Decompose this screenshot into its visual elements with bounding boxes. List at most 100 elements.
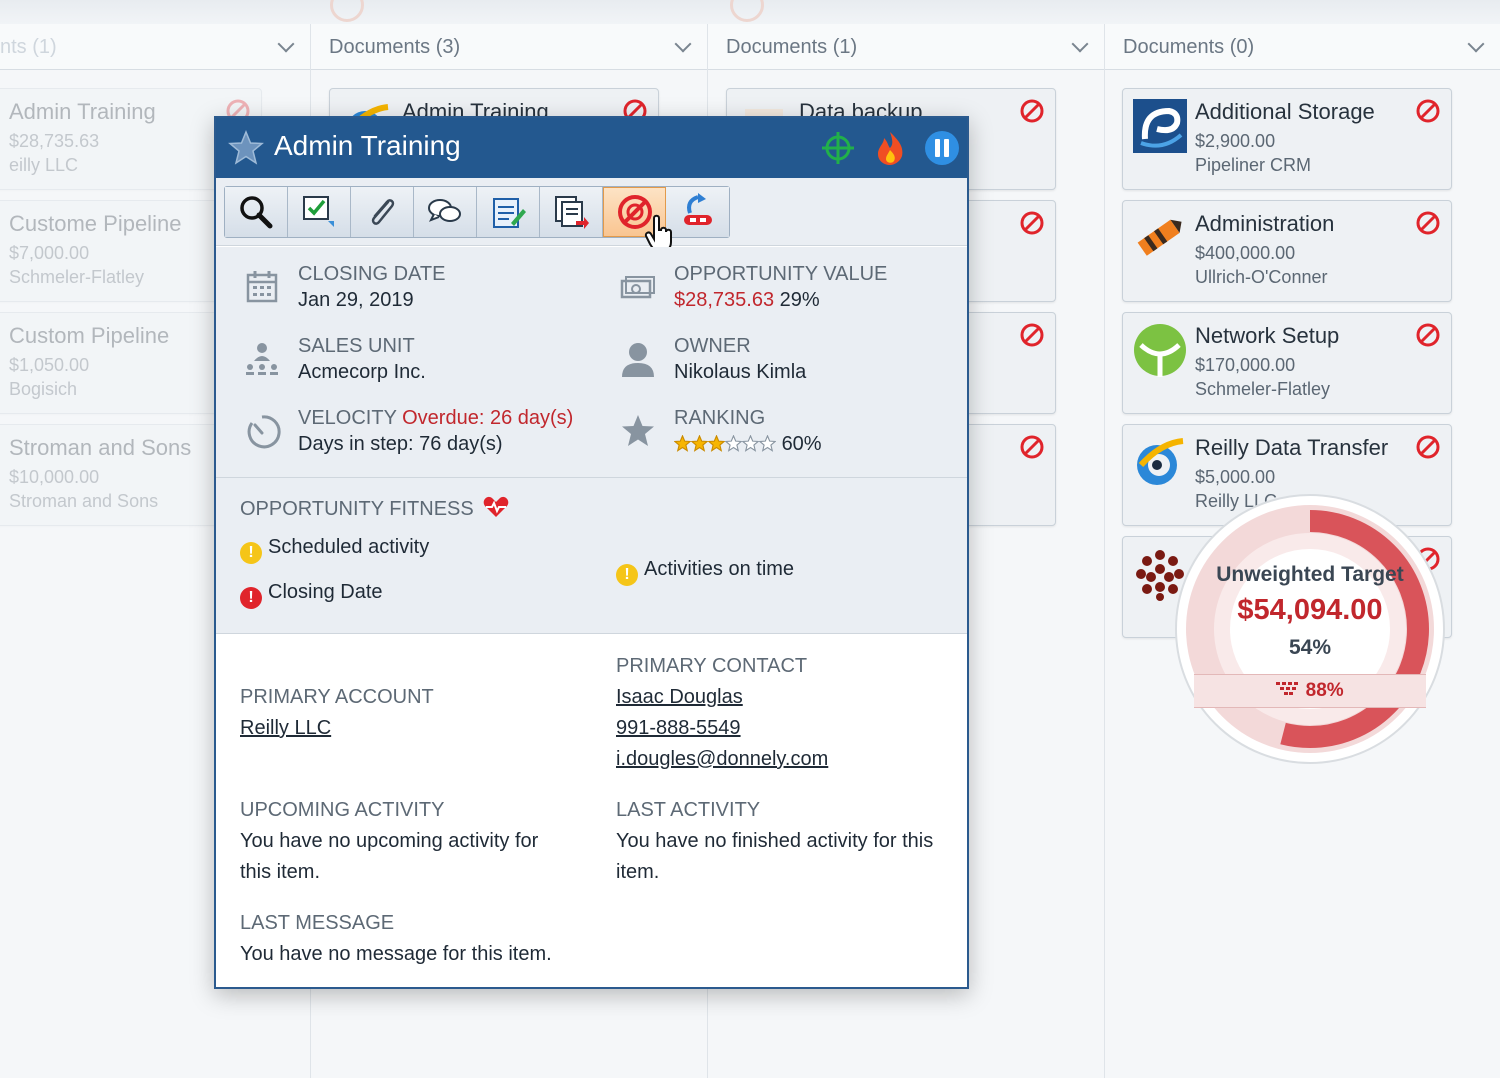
opportunity-value: $28,735.63 29%	[674, 289, 820, 312]
card-account: Schmeler-Flatley	[1195, 379, 1331, 399]
chevron-down-icon[interactable]	[1071, 35, 1089, 53]
chevron-down-icon[interactable]	[674, 35, 692, 53]
no-link-icon[interactable]	[1019, 434, 1045, 460]
no-link-icon[interactable]	[1019, 98, 1045, 124]
last-activity-label: LAST ACTIVITY	[616, 799, 761, 821]
card-value: $1,050.00	[9, 355, 90, 375]
primary-account-link[interactable]: Reilly LLC	[240, 717, 331, 740]
column-header-4[interactable]: Documents (0)	[1105, 24, 1500, 70]
primary-contact-email-link[interactable]: i.dougles@donnely.com	[616, 748, 828, 771]
no-link-icon[interactable]	[1415, 210, 1441, 236]
ranking-star-icon	[622, 415, 654, 446]
column-header-3[interactable]: Documents (1)	[708, 24, 1104, 70]
target-percent: 54%	[1288, 636, 1332, 659]
velocity-label: VELOCITY Overdue: 26 day(s)	[298, 407, 573, 430]
flame-icon[interactable]	[872, 130, 908, 166]
pencil-logo	[1137, 219, 1182, 256]
swirl-logo	[1137, 438, 1184, 485]
target-gauge	[1175, 494, 1445, 764]
no-link-icon[interactable]	[1019, 210, 1045, 236]
error-icon: !	[240, 587, 262, 609]
card-value: $400,000.00	[1195, 243, 1296, 263]
ranking-stars	[673, 433, 777, 455]
card-value: $10,000.00	[9, 467, 100, 487]
star-filled-icon	[673, 434, 692, 452]
warning-icon: !	[616, 564, 638, 586]
card-account: Bogisich	[9, 379, 78, 399]
column-label: Documents (0)	[1123, 36, 1255, 58]
target-title: Unweighted Target	[1216, 563, 1404, 586]
column-header-1[interactable]: nts (1)	[0, 24, 310, 70]
card-value: $170,000.00	[1195, 355, 1296, 375]
closing-date-label: CLOSING DATE	[298, 263, 446, 285]
ranking-label: RANKING	[674, 407, 766, 429]
column-label: nts (1)	[0, 36, 57, 58]
chevron-down-icon[interactable]	[1467, 35, 1485, 53]
owner-value: Nikolaus Kimla	[674, 361, 807, 383]
opportunity-card[interactable]: Network Setup $170,000.00 Schmeler-Flatl…	[1122, 312, 1452, 414]
funnel-icon	[1276, 682, 1299, 695]
star-icon[interactable]	[228, 130, 264, 166]
fitness-title: OPPORTUNITY FITNESS	[240, 496, 509, 521]
velocity-title: VELOCITY	[298, 407, 397, 429]
star-filled-icon	[690, 434, 709, 452]
card-title: Custome Pipeline	[9, 211, 182, 236]
opportunity-fitness-panel: OPPORTUNITY FITNESS ! Scheduled activity …	[216, 478, 967, 634]
primary-contact-phone-link[interactable]: 991-888-5549	[616, 717, 741, 740]
calendar-icon	[246, 271, 278, 303]
closing-date-value: Jan 29, 2019	[298, 289, 414, 311]
paperclip-icon	[371, 199, 395, 225]
last-message-text: You have no message for this item.	[240, 943, 552, 965]
search-button[interactable]	[225, 187, 288, 237]
opportunity-info-panel: CLOSING DATE Jan 29, 2019 OPPORTUNITY VA…	[216, 247, 967, 478]
star-empty-icon	[724, 434, 743, 452]
sales-unit-icon	[246, 343, 278, 375]
ranking-percent: 60%	[781, 433, 822, 455]
task-button[interactable]	[288, 187, 351, 237]
fitness-closing-date-text: Closing Date	[268, 581, 383, 603]
upcoming-activity-text: You have no upcoming activity for this i…	[240, 830, 539, 883]
documents-export-icon	[555, 196, 589, 229]
magnifier-icon	[240, 196, 273, 229]
last-message-label: LAST MESSAGE	[240, 912, 395, 934]
card-title: Administration	[1195, 211, 1335, 236]
attachment-button[interactable]	[351, 187, 414, 237]
card-value: $2,900.00	[1195, 131, 1276, 151]
opportunity-card[interactable]: Administration $400,000.00 Ullrich-O'Con…	[1122, 200, 1452, 302]
days-in-step: Days in step: 76 day(s)	[298, 433, 503, 455]
no-link-icon[interactable]	[1019, 322, 1045, 348]
opportunity-card[interactable]: Additional Storage $2,900.00 Pipeliner C…	[1122, 88, 1452, 190]
velocity-overdue: Overdue: 26 day(s)	[402, 407, 574, 429]
card-title: Reilly Data Transfer	[1195, 435, 1389, 460]
column-divider	[1104, 24, 1105, 1078]
last-activity-text: You have no finished activity for this i…	[616, 830, 934, 883]
fitness-activities-on-time: ! Activities on time	[616, 558, 794, 586]
no-link-icon[interactable]	[1415, 98, 1441, 124]
documents-button[interactable]	[540, 187, 603, 237]
fitness-closing-date: ! Closing Date	[240, 581, 383, 609]
fitness-activities-on-time-text: Activities on time	[644, 558, 795, 580]
star-empty-icon	[758, 434, 777, 452]
no-link-icon[interactable]	[1415, 322, 1441, 348]
weighted-target-percent: 88%	[1174, 680, 1446, 702]
chevron-down-icon[interactable]	[277, 35, 295, 53]
card-account: eilly LLC	[9, 155, 79, 175]
primary-contact-name-link[interactable]: Isaac Douglas	[616, 686, 743, 709]
chat-button[interactable]	[414, 187, 477, 237]
fitness-scheduled-activity-text: Scheduled activity	[268, 536, 430, 558]
task-check-icon	[303, 196, 334, 227]
popup-header: Admin Training	[216, 118, 967, 178]
column-label: Documents (1)	[726, 36, 858, 58]
crosshair-icon[interactable]	[820, 130, 856, 166]
pause-icon[interactable]	[924, 130, 960, 166]
fitness-scheduled-activity: ! Scheduled activity	[240, 536, 429, 564]
no-link-icon[interactable]	[1415, 434, 1441, 460]
pipeliner-logo	[1133, 99, 1187, 153]
note-button[interactable]	[477, 187, 540, 237]
column-header-2[interactable]: Documents (3)	[311, 24, 707, 70]
card-account: Stroman and Sons	[9, 491, 159, 511]
card-value: $5,000.00	[1195, 467, 1276, 487]
notepad-edit-icon	[493, 198, 526, 228]
stopwatch-icon	[247, 415, 281, 449]
ranking-value: 60%	[673, 433, 822, 456]
